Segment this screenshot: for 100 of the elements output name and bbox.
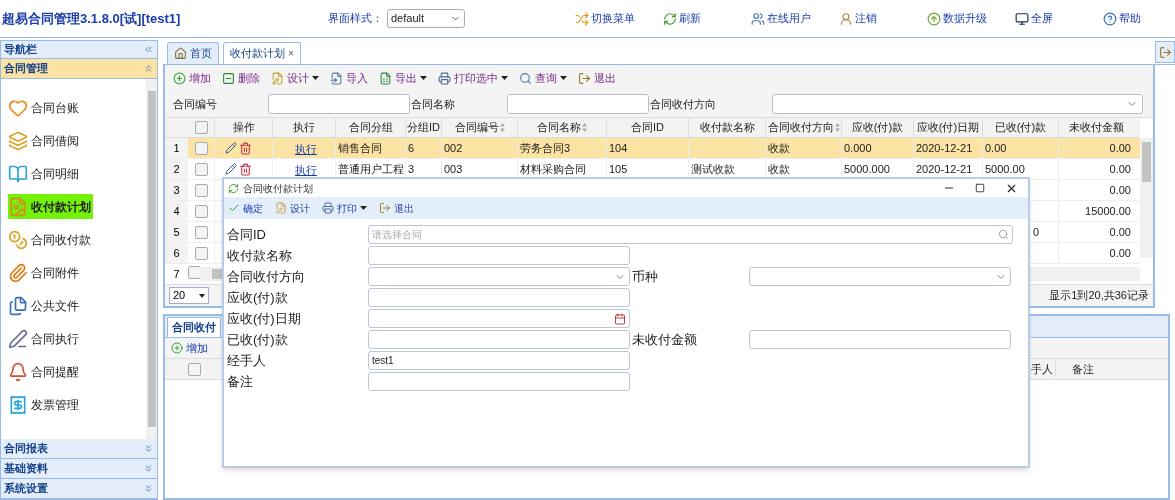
table-cell-text: 0.00 (1108, 140, 1132, 156)
column-header[interactable]: 合同ID (606, 118, 688, 137)
table-cell-text: 15000.00 (1084, 203, 1132, 219)
maximize-icon[interactable] (975, 183, 985, 193)
add-icon (173, 71, 186, 85)
column-header[interactable]: 合同分组 (335, 118, 405, 137)
menu-link[interactable]: 在线用户 (751, 10, 839, 27)
menu-link[interactable]: 切换菜单 (575, 10, 663, 27)
select-field[interactable] (368, 267, 630, 286)
toolbar-button[interactable]: 增加 (171, 339, 208, 357)
collapse-icon[interactable] (143, 44, 154, 55)
page-size-select[interactable]: 20 (169, 287, 209, 304)
toolbar-button[interactable]: 退出 (578, 69, 616, 87)
toolbar-button[interactable]: 导出 (379, 69, 427, 87)
toolbar-button[interactable]: 增加 (173, 69, 211, 87)
vertical-scrollbar[interactable] (1140, 138, 1153, 258)
toolbar-button[interactable]: 确定 (228, 200, 263, 216)
table-row[interactable]: 1 执行 销售合同 6 002 劳务合同3 104 收款 0.000 2020-12-21 0.00 0.00 (165, 138, 1140, 159)
filter-select[interactable] (772, 94, 1143, 114)
filter-field[interactable] (507, 94, 649, 114)
toolbar-button[interactable]: 退出 (379, 200, 414, 216)
theme-select[interactable]: default (387, 9, 465, 28)
menu-link[interactable]: 数据升级 (927, 10, 1015, 27)
filter-field[interactable] (268, 94, 410, 114)
nav-item[interactable]: 合同提醒 (8, 359, 81, 384)
input-field[interactable] (749, 330, 1011, 349)
toolbar-button[interactable]: 设计 (271, 69, 319, 87)
table-cell-text: 2020-12-21 (915, 161, 974, 177)
column-header[interactable]: 合同编号 (441, 118, 517, 137)
input-field[interactable]: test1 (368, 351, 630, 370)
tab[interactable]: 合同收付 (167, 317, 221, 337)
nav-item[interactable]: 公共文件 (8, 293, 81, 318)
edit-icon[interactable] (225, 142, 237, 154)
field-label: 币种 (631, 267, 659, 286)
section-header[interactable]: 系统设置 (1, 479, 157, 499)
nav-item[interactable]: 合同借阅 (8, 128, 81, 153)
select-field[interactable] (749, 267, 1011, 286)
row-checkbox[interactable] (194, 204, 208, 218)
column-header[interactable]: 收付款名称 (688, 118, 765, 137)
close-tab-button[interactable]: × (288, 46, 294, 61)
delete-icon[interactable] (239, 162, 252, 176)
nav-item[interactable]: 合同明细 (8, 161, 81, 186)
toolbar-button[interactable]: 打印 (322, 200, 367, 216)
menu-link[interactable]: 刷新 (663, 10, 751, 27)
row-number: 4 (165, 201, 188, 221)
nav-item[interactable]: 合同收付款 (8, 227, 93, 252)
row-checkbox[interactable] (194, 225, 208, 239)
column-header[interactable]: 手人 (1031, 360, 1055, 378)
row-checkbox[interactable] (194, 183, 208, 197)
menu-link[interactable]: 帮助 (1103, 10, 1175, 27)
help-icon (1103, 11, 1117, 26)
column-header[interactable]: 应收(付)款 (841, 118, 913, 137)
row-checkbox[interactable] (194, 246, 208, 260)
column-header[interactable]: 已收(付)款 (982, 118, 1058, 137)
row-checkbox[interactable] (194, 162, 208, 176)
nav-item[interactable]: 合同执行 (8, 326, 81, 351)
edit-icon[interactable] (225, 163, 237, 175)
menu-link[interactable]: 全屏 (1015, 10, 1103, 27)
nav-item[interactable]: 发票管理 (8, 392, 81, 417)
menu-link[interactable]: 注销 (839, 10, 927, 27)
input-field[interactable] (368, 330, 630, 349)
column-header[interactable]: 合同收付方向 (765, 118, 841, 137)
input-field[interactable] (368, 372, 630, 391)
row-number: 6 (165, 243, 188, 263)
add-icon (171, 342, 183, 354)
input-field[interactable] (368, 288, 630, 307)
section-header[interactable]: 合同管理 (1, 59, 157, 79)
row-checkbox[interactable] (188, 362, 201, 376)
row-checkbox[interactable] (194, 141, 208, 155)
section-header[interactable]: 基础资料 (1, 459, 157, 479)
expand-icon (143, 483, 154, 494)
column-header[interactable]: 备注 (1055, 360, 1110, 378)
execute-link[interactable]: 执行 (273, 143, 317, 155)
column-header[interactable]: 操作 (214, 118, 272, 137)
section-header[interactable]: 合同报表 (1, 439, 157, 459)
row-checkbox[interactable] (194, 121, 208, 134)
filter-label: 合同名称 (410, 96, 456, 112)
row-checkbox[interactable] (188, 266, 200, 279)
exit-button[interactable] (1155, 41, 1175, 63)
nav-item[interactable]: 合同台账 (8, 95, 81, 120)
design-icon (275, 202, 287, 214)
toolbar-button[interactable]: 设计 (275, 200, 310, 216)
input-field[interactable] (368, 246, 630, 265)
date-field[interactable] (368, 309, 630, 328)
nav-item[interactable]: 合同附件 (8, 260, 81, 285)
toolbar-button[interactable]: 打印选中 (438, 69, 508, 87)
nav-item[interactable]: 收付款计划 (8, 194, 93, 219)
delete-icon[interactable] (239, 141, 252, 155)
column-header[interactable]: 分组ID (405, 118, 441, 137)
toolbar-button[interactable]: 查询 (519, 69, 567, 87)
execute-link[interactable]: 执行 (273, 164, 317, 176)
column-header[interactable]: 未收付金额 (1058, 118, 1133, 137)
tab[interactable]: 首页 (167, 42, 219, 64)
column-header[interactable]: 执行 (272, 118, 335, 137)
toolbar-button[interactable]: 删除 (222, 69, 260, 87)
tab[interactable]: 收付款计划 × (223, 42, 301, 64)
field-label: 应收(付)日期 (227, 309, 302, 328)
toolbar-button[interactable]: 导入 (330, 69, 368, 87)
column-header[interactable]: 合同名称 (517, 118, 606, 137)
column-header[interactable]: 应收(付)日期 (913, 118, 982, 137)
